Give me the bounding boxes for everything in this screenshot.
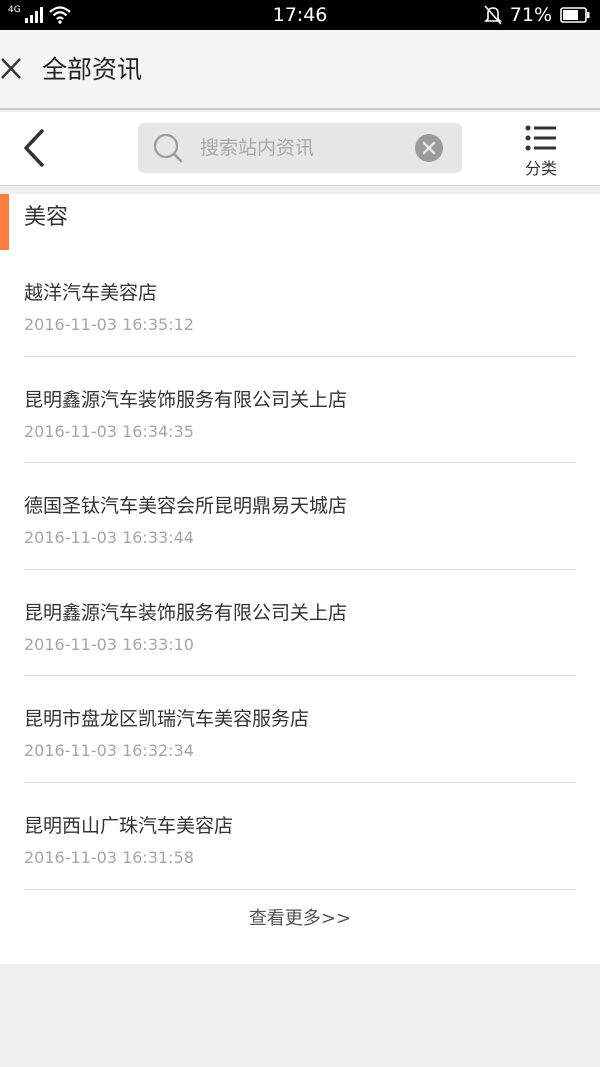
search-box[interactable] (138, 123, 462, 173)
news-title: 越洋汽车美容店 (24, 282, 158, 304)
news-item[interactable]: 昆明市盘龙区凯瑞汽车美容服务店 2016-11-03 16:32:34 (0, 676, 600, 783)
category-button[interactable]: 分类 (518, 122, 564, 178)
news-title: 昆明鑫源汽车装饰服务有限公司关上店 (24, 601, 348, 624)
status-bar: 4G 17:46 71% (0, 0, 600, 30)
battery-percent: 71% (509, 4, 552, 26)
battery-icon (560, 7, 590, 23)
news-panel: 美容 越洋汽车美容店 2016-11-03 16:35:12 昆明鑫源汽车装饰服… (0, 194, 600, 964)
clear-icon[interactable] (414, 133, 444, 163)
bell-muted-icon (483, 5, 502, 25)
news-item[interactable]: 昆明鑫源汽车装饰服务有限公司关上店 2016-11-03 16:33:10 (0, 570, 600, 677)
category-label: 分类 (524, 159, 557, 178)
section-header: 美容 (0, 194, 600, 250)
news-item[interactable]: 越洋汽车美容店 2016-11-03 16:35:12 (0, 250, 600, 357)
news-item[interactable]: 昆明西山广珠汽车美容店 2016-11-03 16:31:58 (0, 783, 600, 890)
news-list: 越洋汽车美容店 2016-11-03 16:35:12 昆明鑫源汽车装饰服务有限… (0, 250, 600, 890)
news-title: 德国圣钛汽车美容会所昆明鼎易天城店 (24, 495, 348, 518)
news-time: 2016-11-03 16:33:10 (24, 634, 194, 654)
title-bar: 全部资讯 (0, 30, 600, 110)
news-time: 2016-11-03 16:32:34 (24, 741, 194, 761)
news-time: 2016-11-03 16:31:58 (24, 847, 194, 867)
news-item[interactable]: 昆明鑫源汽车装饰服务有限公司关上店 2016-11-03 16:34:35 (0, 357, 600, 464)
divider (24, 888, 576, 890)
status-right: 71% (483, 4, 590, 26)
list-icon (525, 125, 556, 151)
news-title: 昆明市盘龙区凯瑞汽车美容服务店 (24, 708, 310, 731)
section-accent-bar (0, 194, 9, 250)
toolbar: 分类 (0, 112, 600, 186)
news-time: 2016-11-03 16:34:35 (24, 421, 194, 441)
section-title: 美容 (24, 205, 69, 230)
back-chevron-icon[interactable] (18, 128, 48, 168)
news-title: 昆明鑫源汽车装饰服务有限公司关上店 (24, 388, 348, 411)
news-item[interactable]: 德国圣钛汽车美容会所昆明鼎易天城店 2016-11-03 16:33:44 (0, 463, 600, 570)
news-title: 昆明西山广珠汽车美容店 (24, 814, 234, 837)
close-icon[interactable] (0, 56, 24, 82)
news-time: 2016-11-03 16:33:44 (24, 528, 194, 548)
view-more-link[interactable]: 查看更多>> (0, 906, 600, 932)
page-title: 全部资讯 (42, 55, 143, 84)
search-input[interactable] (200, 132, 400, 164)
news-time: 2016-11-03 16:35:12 (24, 315, 194, 334)
search-icon (153, 133, 183, 163)
